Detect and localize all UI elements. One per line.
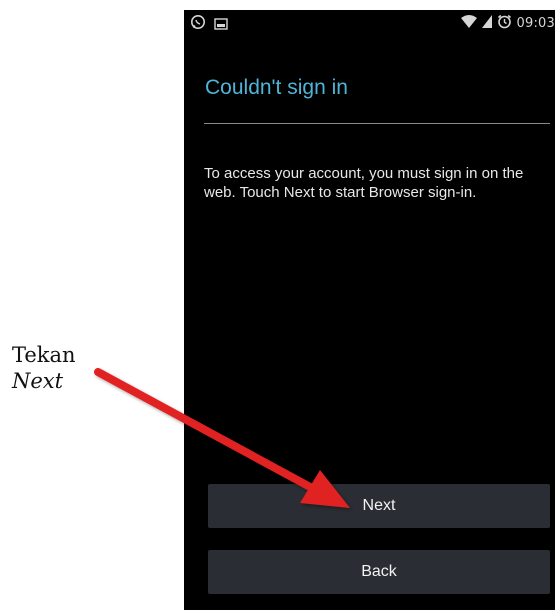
- annotation-line-1: Tekan: [12, 343, 76, 367]
- title-divider: [204, 123, 550, 124]
- signal-icon: [481, 15, 492, 32]
- annotation-line-2: Next: [12, 369, 64, 393]
- alarm-icon: [497, 14, 512, 33]
- image-icon: [214, 15, 228, 34]
- status-bar: 09:03: [184, 10, 555, 36]
- dialog-message: To access your account, you must sign in…: [204, 165, 524, 201]
- back-button-label: Back: [361, 563, 397, 580]
- status-time: 09:03: [516, 16, 555, 31]
- annotation-label: Tekan Next: [12, 342, 76, 394]
- next-button-label: Next: [362, 497, 396, 514]
- dialog-title: Couldn't sign in: [205, 76, 348, 99]
- back-button[interactable]: Back: [208, 550, 550, 594]
- phone-screen: 09:03 Couldn't sign in To access your ac…: [184, 10, 555, 610]
- wifi-icon: [460, 15, 477, 32]
- whatsapp-icon: [190, 14, 206, 34]
- next-button[interactable]: Next: [208, 484, 550, 528]
